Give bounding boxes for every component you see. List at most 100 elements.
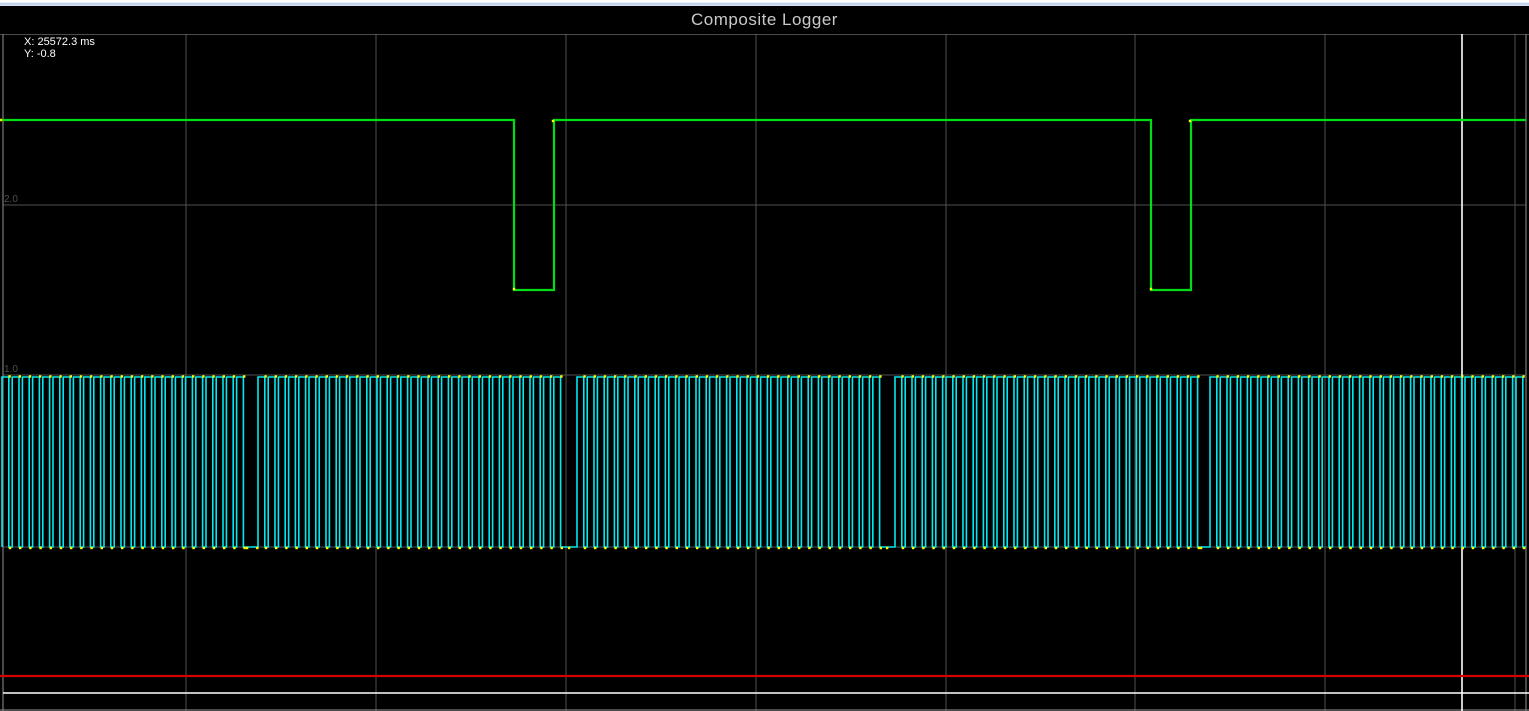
sample-marker (767, 375, 769, 377)
sample-marker (1309, 547, 1311, 549)
sample-marker (1329, 375, 1331, 377)
sample-marker (1502, 547, 1504, 549)
sample-marker (1247, 375, 1249, 377)
sample-marker (1461, 375, 1463, 377)
sample-marker (182, 547, 184, 549)
sample-marker (243, 547, 245, 549)
sample-marker (1126, 375, 1128, 377)
sample-marker (777, 375, 779, 377)
sample-marker (696, 547, 698, 549)
sample-marker (932, 547, 934, 549)
sample-marker (1492, 547, 1494, 549)
sample-marker (859, 547, 861, 549)
sample-marker (1441, 547, 1443, 549)
sample-marker (1298, 375, 1300, 377)
sample-marker (295, 547, 297, 549)
sample-marker (509, 375, 511, 377)
sample-marker (1034, 375, 1036, 377)
sample-marker (818, 375, 820, 377)
sample-marker (1441, 375, 1443, 377)
sample-marker (594, 547, 596, 549)
plot-area[interactable]: 2.01.0 (0, 0, 1529, 711)
sample-marker (1136, 375, 1138, 377)
sample-marker (594, 375, 596, 377)
sample-marker (1359, 375, 1361, 377)
sample-marker (1512, 375, 1514, 377)
sample-marker (1257, 375, 1259, 377)
sample-marker (80, 375, 82, 377)
sample-marker (1462, 547, 1464, 549)
sample-marker (243, 375, 245, 377)
sample-marker (1278, 375, 1280, 377)
sample-marker (306, 547, 308, 549)
sample-marker (849, 547, 851, 549)
sample-marker (417, 375, 419, 377)
sample-marker (1095, 375, 1097, 377)
sample-marker (520, 547, 522, 549)
sample-marker (942, 375, 944, 377)
sample-marker (1431, 547, 1433, 549)
sample-marker (285, 375, 287, 377)
sample-marker (408, 547, 410, 549)
sample-marker (726, 375, 728, 377)
sample-marker (458, 375, 460, 377)
sample-marker (737, 547, 739, 549)
sample-marker (8, 375, 10, 377)
sample-marker (172, 375, 174, 377)
sample-marker (387, 547, 389, 549)
sample-marker (60, 547, 62, 549)
sample-marker (489, 375, 491, 377)
sample-marker (561, 547, 563, 549)
sample-marker (121, 547, 123, 549)
sample-marker (828, 375, 830, 377)
sample-marker (1268, 547, 1270, 549)
sample-marker (696, 375, 698, 377)
sample-marker (993, 375, 995, 377)
sample-marker (100, 375, 102, 377)
sample-marker (943, 547, 945, 549)
sample-marker (1024, 375, 1026, 377)
sample-marker (1187, 375, 1189, 377)
sample-marker (1004, 547, 1006, 549)
sample-marker (583, 375, 585, 377)
sample-marker (736, 375, 738, 377)
sample-marker (675, 375, 677, 377)
sample-marker (479, 375, 481, 377)
sample-marker (1075, 547, 1077, 549)
sample-marker (1177, 375, 1179, 377)
sample-marker (346, 547, 348, 549)
sample-marker (1156, 375, 1158, 377)
sample-marker (316, 547, 318, 549)
sample-marker (932, 375, 934, 377)
sample-marker (489, 547, 491, 549)
sample-marker (1065, 375, 1067, 377)
sample-marker (9, 547, 11, 549)
sample-marker (584, 547, 586, 549)
sample-marker (727, 547, 729, 549)
sample-marker (912, 547, 914, 549)
sample-marker (1513, 547, 1515, 549)
sample-marker (778, 547, 780, 549)
cursor-readout-x: X: 25572.3 ms (24, 36, 95, 48)
sample-marker (1075, 375, 1077, 377)
sample-marker (614, 547, 616, 549)
sample-marker (346, 375, 348, 377)
sample-marker (377, 375, 379, 377)
sample-marker (706, 375, 708, 377)
sample-marker (499, 547, 501, 549)
sample-marker (994, 547, 996, 549)
sample-marker (233, 375, 235, 377)
sample-marker (1116, 547, 1118, 549)
sample-marker (29, 375, 31, 377)
sample-marker (141, 547, 143, 549)
sample-marker (560, 375, 562, 377)
sample-marker (172, 547, 174, 549)
sample-marker (1147, 547, 1149, 549)
sample-marker (1106, 547, 1108, 549)
sample-marker (1105, 375, 1107, 377)
y-axis-tick-label: 2.0 (4, 194, 18, 205)
sample-marker (1278, 547, 1280, 549)
sample-marker (1482, 375, 1484, 377)
sample-marker (1237, 547, 1239, 549)
sample-marker (1267, 375, 1269, 377)
